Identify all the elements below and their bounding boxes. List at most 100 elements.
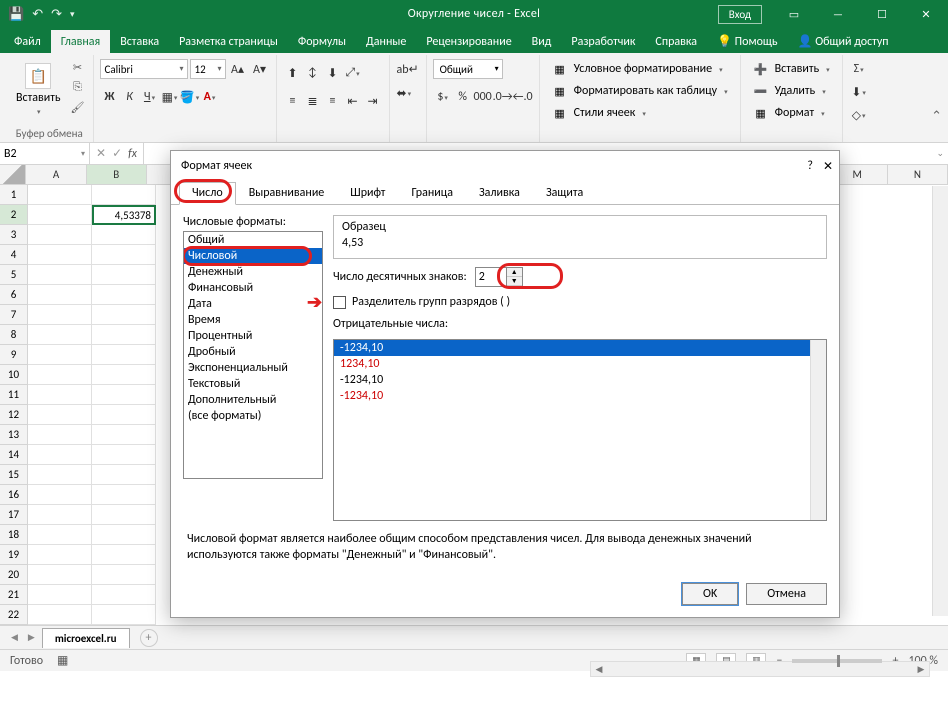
row-header[interactable]: 15 xyxy=(0,465,28,485)
cell[interactable] xyxy=(92,305,156,325)
row-header[interactable]: 22 xyxy=(0,605,28,625)
row-header[interactable]: 4 xyxy=(0,245,28,265)
copy-icon[interactable]: ⎘ xyxy=(69,79,87,95)
category-item[interactable]: Финансовый xyxy=(184,280,322,296)
border-icon[interactable]: ▦▾ xyxy=(160,87,180,107)
col-header[interactable]: B xyxy=(87,165,147,184)
sheet-tab[interactable]: microexcel.ru xyxy=(42,628,130,648)
cell[interactable] xyxy=(92,345,156,365)
cell[interactable] xyxy=(28,505,92,525)
tab-file[interactable]: Файл xyxy=(4,30,51,53)
cell[interactable] xyxy=(92,385,156,405)
dlg-tab-protect[interactable]: Защита xyxy=(533,182,596,205)
expand-formula-icon[interactable]: ⌄ xyxy=(936,148,944,159)
conditional-formatting-button[interactable]: ▦Условное форматирование▾ xyxy=(546,59,729,79)
cell[interactable] xyxy=(28,445,92,465)
cell[interactable] xyxy=(92,325,156,345)
cell[interactable] xyxy=(28,525,92,545)
format-as-table-button[interactable]: ▦Форматировать как таблицу▾ xyxy=(546,81,734,101)
format-cells-button[interactable]: ▦Формат▾ xyxy=(747,103,831,123)
cell[interactable]: 4,53378 xyxy=(92,205,156,225)
number-format-select[interactable]: Общий xyxy=(433,59,503,79)
cell[interactable] xyxy=(28,365,92,385)
category-item[interactable]: Процентный xyxy=(184,328,322,344)
dlg-tab-align[interactable]: Выравнивание xyxy=(236,182,338,205)
vertical-scrollbar[interactable] xyxy=(932,186,948,616)
negative-item[interactable]: -1234,10 xyxy=(334,388,826,404)
row-header[interactable]: 2 xyxy=(0,205,28,225)
cancel-button[interactable]: Отмена xyxy=(746,583,827,605)
cell[interactable] xyxy=(28,265,92,285)
font-name-select[interactable]: Calibri xyxy=(100,59,188,79)
cell[interactable] xyxy=(92,265,156,285)
maximize-icon[interactable]: ☐ xyxy=(860,0,904,28)
fx-icon[interactable]: fx xyxy=(128,147,137,161)
cell[interactable] xyxy=(28,245,92,265)
decimals-spinner[interactable]: ▲▼ xyxy=(475,267,523,287)
category-item[interactable]: Экспоненциальный xyxy=(184,360,322,376)
thousands-separator-checkbox[interactable] xyxy=(333,296,346,309)
row-header[interactable]: 14 xyxy=(0,445,28,465)
font-color-icon[interactable]: A▾ xyxy=(200,87,220,107)
spin-down-icon[interactable]: ▼ xyxy=(507,277,522,286)
category-item[interactable]: Дата xyxy=(184,296,322,312)
cell[interactable] xyxy=(92,585,156,605)
negative-item[interactable]: -1234,10 xyxy=(334,372,826,388)
format-painter-icon[interactable]: 🖌 xyxy=(69,99,87,115)
cell[interactable] xyxy=(92,485,156,505)
row-header[interactable]: 10 xyxy=(0,365,28,385)
negative-item[interactable]: -1234,10 xyxy=(334,340,826,356)
category-item[interactable]: Дробный xyxy=(184,344,322,360)
clear-icon[interactable]: ◇▾ xyxy=(849,105,869,125)
italic-button[interactable]: К xyxy=(120,87,140,107)
dlg-tab-border[interactable]: Граница xyxy=(398,182,466,205)
cell[interactable] xyxy=(28,185,92,205)
wrap-text-icon[interactable]: ab↵ xyxy=(396,59,420,79)
cell[interactable] xyxy=(28,545,92,565)
tab-layout[interactable]: Разметка страницы xyxy=(169,30,288,53)
category-item[interactable]: Общий xyxy=(184,232,322,248)
cell[interactable] xyxy=(28,485,92,505)
decrease-font-icon[interactable]: A▾ xyxy=(250,59,270,79)
row-header[interactable]: 9 xyxy=(0,345,28,365)
collapse-ribbon-icon[interactable]: ⌃ xyxy=(931,109,942,124)
cut-icon[interactable]: ✂ xyxy=(69,59,87,75)
delete-cells-button[interactable]: ➖Удалить▾ xyxy=(747,81,832,101)
select-all-triangle[interactable] xyxy=(0,165,26,184)
login-button[interactable]: Вход xyxy=(718,5,762,24)
cell[interactable] xyxy=(92,505,156,525)
dialog-close-icon[interactable]: ✕ xyxy=(823,159,833,174)
align-top-icon[interactable]: ⬆ xyxy=(283,63,303,83)
cell[interactable] xyxy=(28,205,92,225)
row-header[interactable]: 13 xyxy=(0,425,28,445)
tab-view[interactable]: Вид xyxy=(522,30,562,53)
category-item[interactable]: Дополнительный xyxy=(184,392,322,408)
decrease-indent-icon[interactable]: ⇤ xyxy=(343,91,363,111)
increase-font-icon[interactable]: A▴ xyxy=(228,59,248,79)
cell[interactable] xyxy=(28,345,92,365)
cell[interactable] xyxy=(28,425,92,445)
cell[interactable] xyxy=(28,465,92,485)
ok-button[interactable]: OK xyxy=(682,583,738,605)
save-icon[interactable]: 💾 xyxy=(8,7,24,22)
tab-share[interactable]: 👤 Общий доступ xyxy=(788,29,899,53)
currency-icon[interactable]: $▾ xyxy=(433,87,453,107)
align-bottom-icon[interactable]: ⬇ xyxy=(323,63,343,83)
row-header[interactable]: 20 xyxy=(0,565,28,585)
paste-button[interactable]: 📋 Вставить ▾ xyxy=(12,59,65,116)
col-header[interactable]: N xyxy=(888,165,948,184)
row-header[interactable]: 8 xyxy=(0,325,28,345)
close-icon[interactable]: ✕ xyxy=(904,0,948,28)
align-left-icon[interactable]: ≡ xyxy=(283,91,303,111)
cell[interactable] xyxy=(92,405,156,425)
tab-formulas[interactable]: Формулы xyxy=(288,30,356,53)
add-sheet-icon[interactable]: + xyxy=(140,629,158,647)
align-middle-icon[interactable]: ↕ xyxy=(303,63,323,83)
cell[interactable] xyxy=(92,605,156,625)
percent-icon[interactable]: % xyxy=(453,87,473,107)
row-header[interactable]: 7 xyxy=(0,305,28,325)
cell[interactable] xyxy=(28,285,92,305)
cell[interactable] xyxy=(28,225,92,245)
negative-listbox[interactable]: -1234,10 1234,10 -1234,10 -1234,10 xyxy=(333,339,827,521)
cell[interactable] xyxy=(28,585,92,605)
